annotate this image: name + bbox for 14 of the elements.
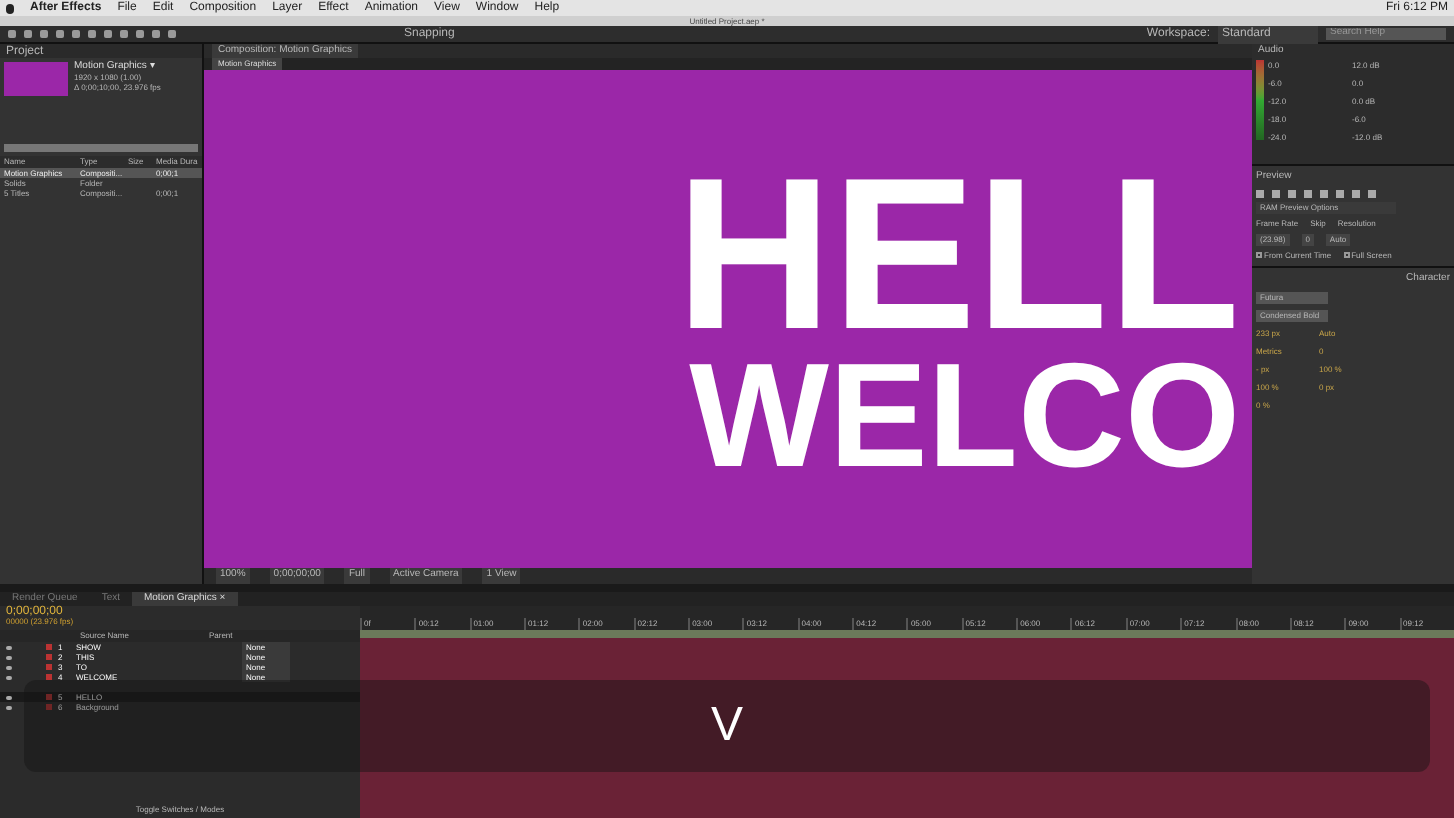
- label-swatch[interactable]: [46, 654, 52, 660]
- label-swatch[interactable]: [46, 674, 52, 680]
- label-swatch[interactable]: [46, 694, 52, 700]
- label-swatch[interactable]: [46, 664, 52, 670]
- comp-thumbnail: [4, 62, 68, 96]
- label-swatch[interactable]: [46, 644, 52, 650]
- canvas-text: HELL: [676, 155, 1240, 350]
- label-swatch[interactable]: [46, 704, 52, 710]
- level-meter: [1256, 59, 1264, 139]
- checkbox[interactable]: [1256, 252, 1262, 258]
- key-label: V: [710, 696, 743, 756]
- apple-icon[interactable]: [6, 3, 14, 13]
- checkbox[interactable]: [1343, 252, 1350, 258]
- canvas-text: WELCO: [689, 349, 1240, 483]
